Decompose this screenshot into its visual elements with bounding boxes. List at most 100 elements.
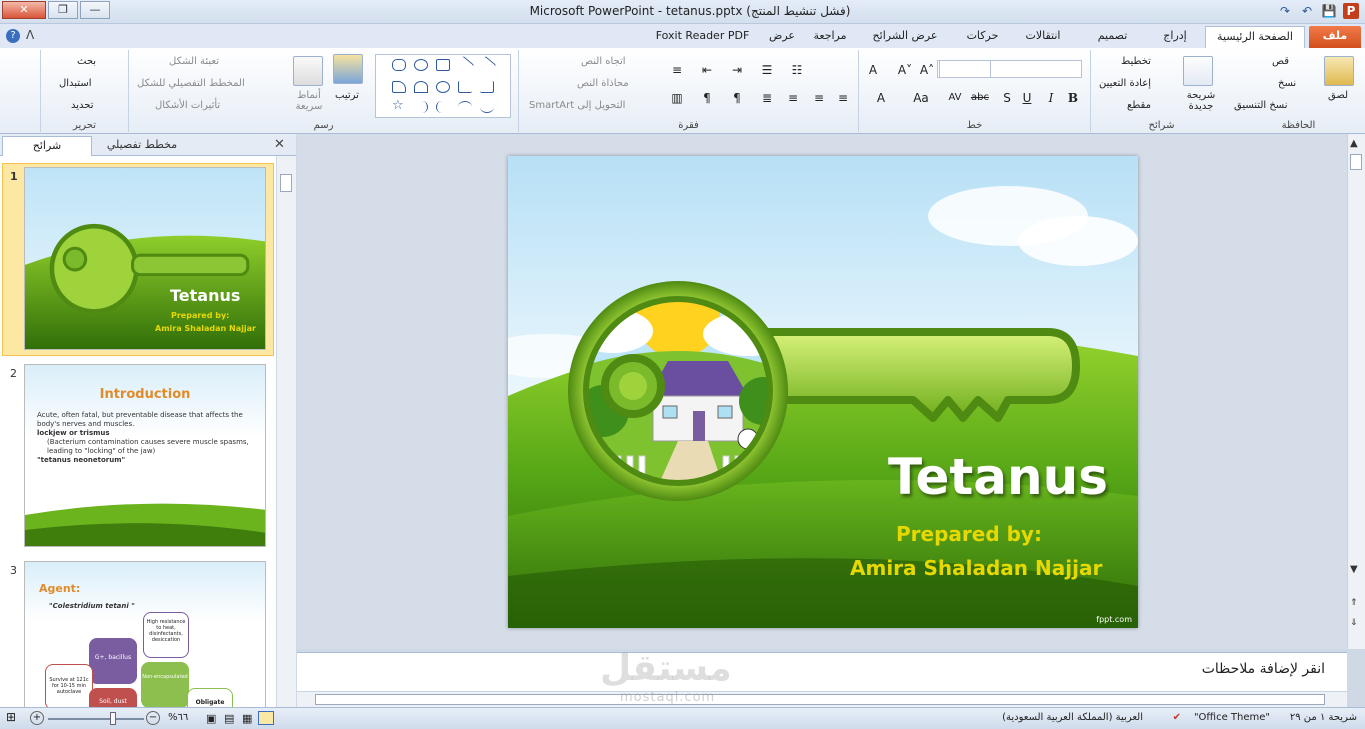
scrollbar-thumb[interactable] — [280, 174, 292, 192]
zoom-out-icon[interactable]: − — [146, 711, 160, 725]
elbow-connector-shape-icon[interactable] — [458, 81, 472, 93]
powerpoint-app-icon[interactable]: P — [1343, 3, 1359, 19]
notes-placeholder[interactable]: انقر لإضافة ملاحظات — [1202, 661, 1325, 677]
grow-font-button[interactable]: A˄ — [917, 62, 937, 78]
shapes-gallery[interactable]: ☆ — [375, 54, 511, 118]
bracket-shape-icon[interactable] — [436, 101, 450, 113]
increase-indent-icon[interactable]: ⇥ — [729, 62, 745, 78]
rectangle-shape-icon[interactable] — [436, 59, 450, 71]
slide-prepared-by[interactable]: Prepared by: — [896, 522, 1042, 546]
theme-status[interactable]: "Office Theme" — [1194, 712, 1270, 723]
clear-formatting-icon[interactable]: A — [865, 62, 881, 78]
rounded-rectangle-shape-icon[interactable] — [392, 59, 406, 71]
cut-button[interactable]: قص — [1272, 56, 1289, 67]
format-painter-button[interactable]: نسخ التنسيق — [1234, 100, 1287, 111]
underline-button[interactable]: U — [1019, 90, 1035, 106]
font-color-button[interactable]: A — [873, 90, 889, 106]
horizontal-scrollbar[interactable] — [297, 691, 1347, 707]
arc-shape-icon[interactable] — [458, 101, 472, 113]
slide-sorter-icon[interactable]: ▦ — [242, 712, 252, 725]
spelling-icon[interactable]: ✔ — [1173, 712, 1181, 723]
tab-outline[interactable]: مخطط تفصيلي — [94, 136, 190, 156]
zoom-in-icon[interactable]: + — [30, 711, 44, 725]
slide-author[interactable]: Amira Shaladan Najjar — [850, 556, 1102, 580]
maximize-window-button[interactable]: ❐ — [48, 1, 78, 19]
thumbnails-scrollbar[interactable] — [276, 156, 296, 707]
zoom-slider[interactable] — [48, 712, 144, 725]
scroll-up-icon[interactable]: ▲ — [1350, 138, 1358, 149]
minimize-window-button[interactable]: — — [80, 1, 110, 19]
slide-show-icon[interactable]: ▣ — [206, 712, 216, 725]
shape-effects-button[interactable]: تأثيرات الأشكال — [155, 100, 220, 111]
character-spacing-button[interactable]: AV — [945, 90, 965, 106]
arrange-icon[interactable] — [333, 54, 363, 84]
right-arrow-shape-icon[interactable] — [436, 81, 450, 93]
save-icon[interactable]: 💾 — [1321, 3, 1337, 19]
section-button[interactable]: مقطع — [1127, 100, 1151, 111]
elbow-arrow-shape-icon[interactable] — [480, 81, 494, 93]
quick-styles-button[interactable]: أنماط سريعة — [289, 90, 329, 112]
fit-to-window-icon[interactable]: ⊞ — [6, 710, 16, 724]
tab-insert[interactable]: إدراج — [1150, 26, 1200, 48]
scroll-down-icon[interactable]: ▼ — [1350, 564, 1358, 575]
normal-view-icon[interactable] — [258, 711, 274, 725]
slide-title[interactable]: Tetanus — [888, 448, 1108, 506]
bold-button[interactable]: B — [1065, 90, 1081, 106]
previous-slide-icon[interactable]: ⇑ — [1350, 598, 1358, 608]
convert-to-smartart-button[interactable]: التحويل إلى SmartArt — [529, 100, 625, 111]
slide-scrollbar[interactable]: ▲ ▼ ⇑ ⇓ — [1347, 134, 1365, 649]
align-left-icon[interactable]: ≡ — [835, 90, 851, 106]
reset-button[interactable]: إعادة التعيين — [1099, 78, 1151, 89]
columns-icon[interactable]: ▥ — [669, 90, 685, 106]
scrollbar-thumb[interactable] — [1350, 154, 1362, 170]
brace-shape-icon[interactable] — [414, 101, 428, 113]
oval-shape-icon[interactable] — [414, 59, 428, 71]
paste-icon[interactable] — [1324, 56, 1354, 86]
down-arrow-shape-icon[interactable] — [414, 81, 428, 93]
align-center-icon[interactable]: ≡ — [811, 90, 827, 106]
language-status[interactable]: العربية (المملكة العربية السعودية) — [1002, 712, 1143, 723]
change-case-button[interactable]: Aa — [911, 90, 931, 106]
text-direction-button[interactable]: اتجاه النص — [581, 56, 626, 67]
zoom-level[interactable]: %٦٦ — [168, 712, 188, 723]
tab-home[interactable]: الصفحة الرئيسية — [1205, 26, 1305, 48]
strikethrough-button[interactable]: abc — [969, 90, 991, 106]
find-button[interactable]: بحث — [77, 56, 96, 67]
shrink-font-button[interactable]: A˅ — [897, 62, 913, 78]
flowchart-shape-icon[interactable] — [392, 81, 406, 93]
curve-shape-icon[interactable] — [480, 101, 494, 113]
shadow-button[interactable]: S — [999, 90, 1015, 106]
align-right-icon[interactable]: ≡ — [785, 90, 801, 106]
paste-button[interactable]: لصق — [1328, 90, 1348, 101]
bullets-icon[interactable]: ☷ — [789, 62, 805, 78]
tab-foxit-reader-pdf[interactable]: Foxit Reader PDF — [655, 26, 750, 48]
italic-button[interactable]: I — [1043, 90, 1059, 106]
rtl-direction-icon[interactable]: ¶ — [729, 90, 745, 106]
ltr-direction-icon[interactable]: ¶ — [699, 90, 715, 106]
arrange-button[interactable]: ترتيب — [335, 90, 359, 101]
tab-slides[interactable]: شرائح — [2, 136, 92, 156]
tab-design[interactable]: تصميم — [1080, 26, 1145, 48]
shape-fill-button[interactable]: تعبئة الشكل — [169, 56, 219, 67]
quick-styles-icon[interactable] — [293, 56, 323, 86]
justify-icon[interactable]: ≣ — [759, 90, 775, 106]
close-panel-icon[interactable]: ✕ — [274, 137, 285, 152]
tab-animations[interactable]: حركات — [955, 26, 1010, 48]
font-size-dropdown[interactable] — [939, 60, 991, 78]
copy-button[interactable]: نسخ — [1278, 78, 1296, 89]
line-spacing-icon[interactable]: ≡ — [669, 62, 685, 78]
zoom-slider-thumb[interactable] — [110, 712, 116, 725]
current-slide[interactable]: Tetanus Prepared by: Amira Shaladan Najj… — [508, 156, 1138, 628]
reading-view-icon[interactable]: ▤ — [224, 712, 234, 725]
tab-transitions[interactable]: انتقالات — [1013, 26, 1073, 48]
shape-outline-button[interactable]: المخطط التفصيلي للشكل — [137, 78, 245, 89]
decrease-indent-icon[interactable]: ⇤ — [699, 62, 715, 78]
numbering-icon[interactable]: ☰ — [759, 62, 775, 78]
arrow-line-shape-icon[interactable] — [455, 55, 475, 75]
minimize-ribbon-icon[interactable]: ᐱ — [26, 28, 34, 42]
notes-pane[interactable]: انقر لإضافة ملاحظات — [297, 652, 1347, 707]
undo-icon[interactable]: ↶ — [1299, 3, 1315, 19]
next-slide-icon[interactable]: ⇓ — [1350, 618, 1358, 628]
new-slide-button[interactable]: شريحة جديدة — [1179, 90, 1223, 112]
star-shape-icon[interactable]: ☆ — [392, 99, 406, 113]
